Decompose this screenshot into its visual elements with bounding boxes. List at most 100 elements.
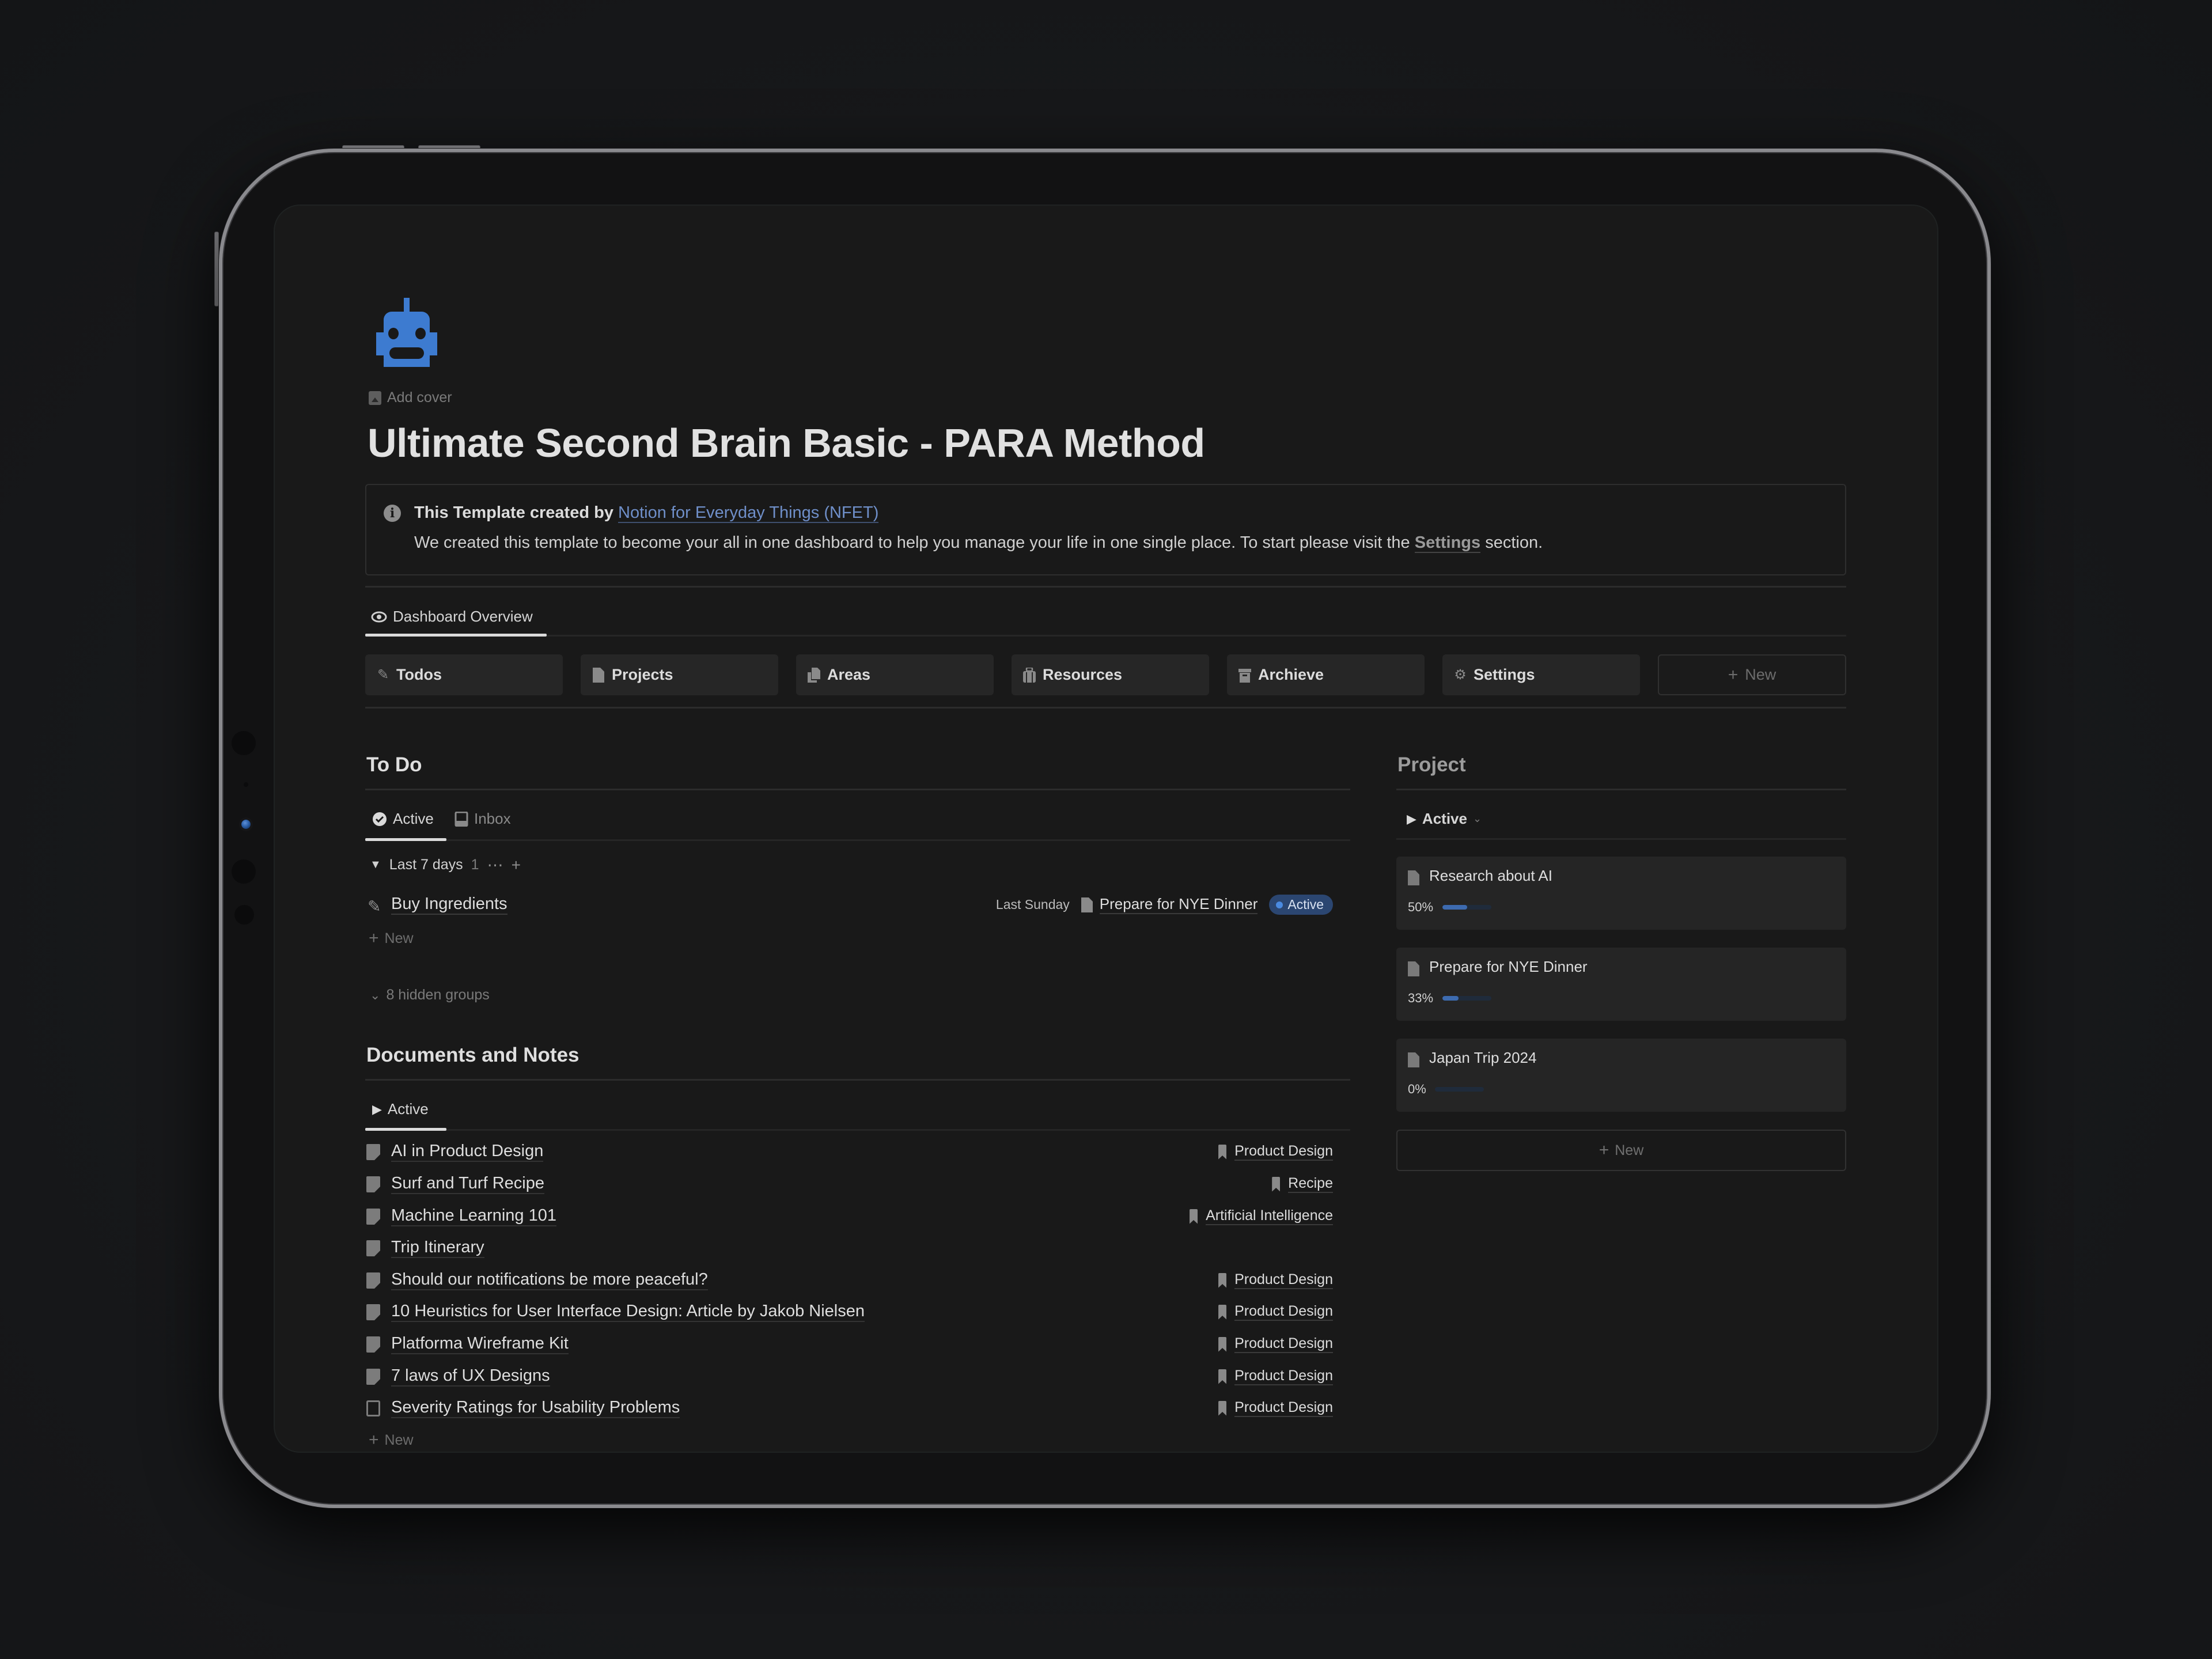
todo-date: Last Sunday [995, 897, 1070, 912]
bookmark-icon [1272, 1176, 1281, 1192]
nav-todos-button[interactable]: ✎ Todos [365, 654, 563, 695]
page-title[interactable]: Ultimate Second Brain Basic - PARA Metho… [368, 420, 1205, 466]
docs-new-button[interactable]: + New [369, 1430, 414, 1450]
note-icon [366, 1240, 380, 1256]
divider [365, 1079, 1350, 1081]
bezel-sensor [232, 859, 256, 884]
tab-docs-active[interactable]: ▶ Active [372, 1100, 429, 1118]
doc-tag[interactable]: Product Design [1218, 1143, 1333, 1161]
nav-label: Resources [1043, 666, 1123, 683]
group-last-7-days[interactable]: ▼ Last 7 days 1 ⋯ + [370, 855, 521, 874]
todo-item[interactable]: ✎ Buy Ingredients Last Sunday Prepare fo… [365, 895, 1344, 920]
document-icon [1408, 961, 1419, 976]
info-icon: i [384, 505, 401, 522]
doc-item[interactable]: Surf and Turf Recipe Recipe [365, 1174, 1344, 1203]
doc-tag[interactable]: Product Design [1218, 1368, 1333, 1385]
archive-icon [1238, 668, 1251, 683]
settings-link[interactable]: Settings [1414, 533, 1481, 553]
nav-resources-button[interactable]: Resources [1012, 654, 1209, 695]
more-options-icon[interactable]: ⋯ [487, 855, 503, 874]
project-card[interactable]: Research about AI 50% [1396, 857, 1846, 930]
plus-icon: + [369, 929, 379, 948]
doc-item[interactable]: 10 Heuristics for User Interface Design:… [365, 1302, 1344, 1331]
project-name: Research about AI [1429, 867, 1552, 884]
nav-settings-button[interactable]: ⚙ Settings [1442, 654, 1640, 695]
doc-tag[interactable]: Product Design [1218, 1399, 1333, 1417]
nav-label: Settings [1474, 666, 1535, 683]
nav-label: Todos [396, 666, 442, 683]
doc-name[interactable]: Trip Itinerary [391, 1238, 484, 1258]
doc-name[interactable]: AI in Product Design [391, 1142, 544, 1162]
nfet-link[interactable]: Notion for Everyday Things (NFET) [618, 503, 879, 523]
pencil-icon: ✎ [377, 667, 389, 683]
nav-archive-button[interactable]: Archieve [1227, 654, 1425, 695]
doc-name[interactable]: Surf and Turf Recipe [391, 1174, 544, 1194]
tab-bar-line [365, 635, 1846, 637]
documents-stack-icon [808, 667, 820, 683]
doc-item[interactable]: AI in Product Design Product Design [365, 1142, 1344, 1171]
todo-item-name[interactable]: Buy Ingredients [391, 895, 507, 915]
tag-label: Product Design [1234, 1368, 1333, 1385]
project-card[interactable]: Japan Trip 2024 0% [1396, 1039, 1846, 1112]
doc-item[interactable]: Should our notifications be more peacefu… [365, 1270, 1344, 1299]
progress-percent: 0% [1408, 1082, 1426, 1096]
pencil-icon: ✎ [368, 897, 381, 915]
tab-todo-inbox[interactable]: Inbox [454, 810, 511, 828]
project-card[interactable]: Prepare for NYE Dinner 33% [1396, 948, 1846, 1021]
caret-down-icon[interactable]: ▼ [370, 858, 381, 872]
new-label: New [384, 1431, 414, 1448]
robot-icon[interactable] [373, 298, 440, 367]
tag-label: Product Design [1234, 1143, 1333, 1161]
callout-body-end: section. [1480, 533, 1543, 552]
nav-label: Archieve [1258, 666, 1324, 683]
callout-prefix: This Template created by [414, 503, 619, 522]
hidden-groups-toggle[interactable]: ⌄ 8 hidden groups [370, 987, 490, 1003]
project-view-selector[interactable]: ▶ Active ⌄ [1407, 810, 1482, 828]
progress-fill [1442, 905, 1467, 910]
doc-name[interactable]: Platforma Wireframe Kit [391, 1334, 569, 1354]
tab-dashboard-overview[interactable]: Dashboard Overview [371, 608, 533, 626]
todo-heading: To Do [366, 753, 422, 776]
callout-heading: This Template created by Notion for Ever… [414, 503, 879, 523]
plus-icon: + [1728, 665, 1738, 684]
inbox-icon [454, 811, 468, 827]
nav-projects-button[interactable]: Projects [581, 654, 778, 695]
new-label: New [384, 930, 414, 946]
doc-tag[interactable]: Recipe [1272, 1175, 1333, 1193]
new-label: New [1615, 1142, 1644, 1158]
doc-tag[interactable]: Product Design [1218, 1335, 1333, 1353]
tag-label: Product Design [1234, 1303, 1333, 1321]
doc-name[interactable]: Severity Ratings for Usability Problems [391, 1398, 680, 1418]
progress-bar [1442, 905, 1491, 910]
doc-item[interactable]: Machine Learning 101 Artificial Intellig… [365, 1206, 1344, 1235]
doc-name[interactable]: 7 laws of UX Designs [391, 1366, 550, 1387]
doc-item[interactable]: 7 laws of UX Designs Product Design [365, 1366, 1344, 1395]
doc-tag[interactable]: Product Design [1218, 1303, 1333, 1321]
doc-name[interactable]: Should our notifications be more peacefu… [391, 1270, 708, 1290]
progress-percent: 33% [1408, 991, 1434, 1005]
todo-project-relation[interactable]: Prepare for NYE Dinner [1081, 895, 1258, 914]
doc-item[interactable]: Trip Itinerary [365, 1238, 1344, 1267]
tab-bar-line [1396, 838, 1846, 840]
nav-new-button[interactable]: + New [1658, 654, 1846, 695]
doc-item[interactable]: Platforma Wireframe Kit Product Design [365, 1334, 1344, 1363]
front-camera [241, 820, 251, 829]
active-tab-indicator [365, 634, 547, 637]
doc-item[interactable]: Severity Ratings for Usability Problems … [365, 1398, 1344, 1427]
doc-name[interactable]: 10 Heuristics for User Interface Design:… [391, 1302, 865, 1322]
project-new-button[interactable]: + New [1396, 1130, 1846, 1171]
doc-tag[interactable]: Product Design [1218, 1271, 1333, 1289]
add-cover-button[interactable]: Add cover [369, 389, 452, 406]
document-icon [593, 667, 604, 683]
divider [1396, 789, 1846, 790]
doc-tag[interactable]: Artificial Intelligence [1190, 1207, 1333, 1225]
tab-todo-active[interactable]: Active [372, 810, 434, 828]
todo-new-button[interactable]: + New [369, 929, 414, 948]
doc-name[interactable]: Machine Learning 101 [391, 1206, 556, 1226]
tab-label: Active [387, 1100, 429, 1118]
active-tab-indicator [365, 838, 446, 841]
nav-areas-button[interactable]: Areas [796, 654, 994, 695]
image-icon [369, 391, 381, 405]
notion-page: Add cover Ultimate Second Brain Basic - … [274, 204, 1938, 1453]
add-item-icon[interactable]: + [512, 856, 521, 874]
